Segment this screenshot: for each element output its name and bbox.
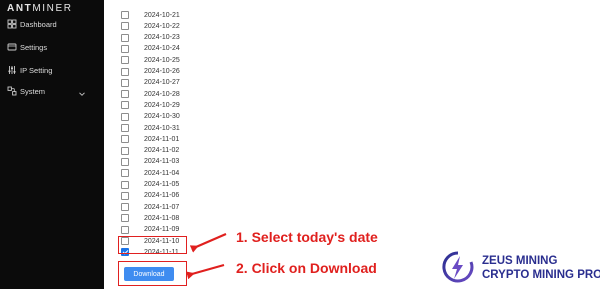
annotation-arrows bbox=[186, 232, 227, 280]
zeus-mining-logo bbox=[441, 250, 475, 284]
annotation-step2: 2. Click on Download bbox=[236, 260, 377, 276]
arrow-to-download bbox=[186, 263, 225, 280]
watermark-line1: ZEUS MINING bbox=[482, 255, 558, 267]
watermark-line2: CRYPTO MINING PRO bbox=[482, 269, 600, 281]
annotation-step1: 1. Select today's date bbox=[236, 229, 378, 245]
arrow-to-date bbox=[189, 232, 227, 253]
